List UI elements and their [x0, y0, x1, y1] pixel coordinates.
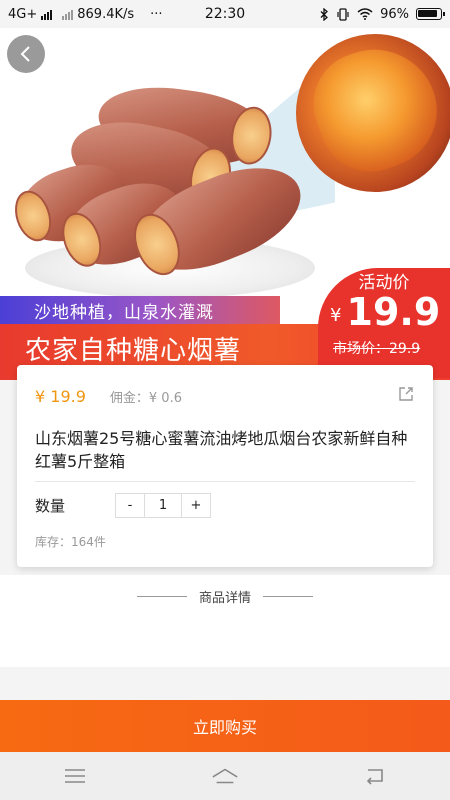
return-icon[interactable]	[361, 762, 389, 790]
status-right: 96%	[320, 6, 445, 22]
price-row: ¥ 19.9 佣金：¥ 0.6	[35, 387, 182, 406]
quantity-value[interactable]: 1	[144, 494, 182, 517]
vibrate-icon	[337, 7, 349, 21]
activity-price: ¥ 19.9	[330, 290, 440, 334]
product-page: 4G+ 869.4K/s ··· 22:30 96% 沙地种植，山泉水灌溉 农家…	[0, 0, 450, 800]
increase-button[interactable]: +	[182, 494, 210, 517]
sweet-potato-closeup	[296, 34, 450, 192]
activity-price-value: 19.9	[346, 290, 441, 334]
back-arrow-icon	[20, 46, 30, 62]
back-button[interactable]	[7, 35, 45, 73]
system-nav-bar	[0, 752, 450, 800]
promo-banner: 沙地种植，山泉水灌溉 农家自种糖心烟薯 活动价 ¥ 19.9 市场价：29.9	[0, 268, 450, 380]
buy-now-button[interactable]: 立即购买	[0, 700, 450, 752]
promo-title: 农家自种糖心烟薯	[25, 336, 242, 366]
commission: 佣金：¥ 0.6	[109, 391, 182, 406]
menu-icon[interactable]	[61, 762, 89, 790]
quantity-row: 数量 - 1 +	[35, 493, 211, 518]
divider	[35, 481, 415, 482]
product-info-card: ¥ 19.9 佣金：¥ 0.6 山东烟薯25号糖心蜜薯流油烤地瓜烟台农家新鲜自种…	[17, 365, 433, 567]
home-icon[interactable]	[211, 762, 239, 790]
market-price: 市场价：29.9	[333, 341, 421, 357]
battery-percent: 96%	[380, 6, 409, 22]
wifi-icon	[357, 8, 373, 20]
product-price: ¥ 19.9	[35, 387, 86, 406]
battery-icon	[416, 8, 445, 20]
decrease-button[interactable]: -	[116, 494, 144, 517]
stock-count: 库存：164件	[35, 535, 106, 549]
divider-left	[136, 596, 187, 597]
bluetooth-icon	[320, 7, 329, 21]
details-header: 商品详情	[0, 587, 450, 606]
share-icon[interactable]	[397, 385, 415, 403]
status-bar: 4G+ 869.4K/s ··· 22:30 96%	[0, 0, 450, 28]
quantity-stepper: - 1 +	[115, 493, 211, 518]
details-title: 商品详情	[198, 591, 251, 606]
product-title: 山东烟薯25号糖心蜜薯流油烤地瓜烟台农家新鲜自种红薯5斤整箱	[35, 429, 408, 471]
quantity-label: 数量	[35, 497, 66, 515]
divider-right	[263, 596, 313, 597]
currency-symbol: ¥	[330, 305, 342, 326]
details-section: 商品详情	[0, 575, 450, 667]
promo-subtitle: 沙地种植，山泉水灌溉	[34, 303, 214, 323]
